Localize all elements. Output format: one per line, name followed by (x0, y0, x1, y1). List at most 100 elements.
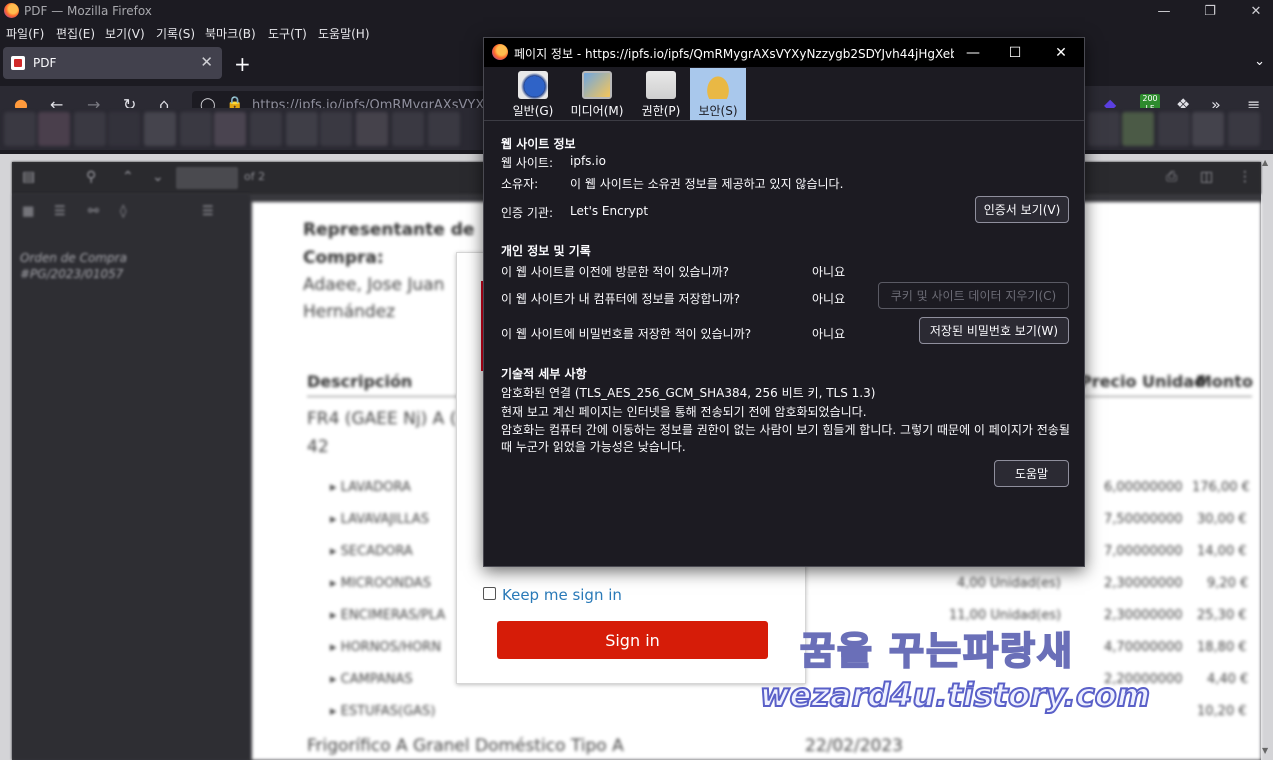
view-saved-passwords-button[interactable]: 저장된 비밀번호 보기(W) (919, 317, 1069, 344)
save-icon[interactable]: ◫ (1200, 169, 1213, 185)
outline-icon[interactable]: ☰ (54, 204, 66, 219)
tab-media[interactable]: 미디어(M) (568, 68, 626, 120)
tech-section-title: 기술적 세부 사항 (501, 367, 587, 381)
dialog-title: 페이지 정보 - https://ipfs.io/ipfs/QmRMygrAXs… (514, 47, 954, 61)
current-outline-icon[interactable]: ☰ (202, 204, 214, 219)
permissions-icon (646, 71, 676, 99)
bookmark-item[interactable] (286, 112, 318, 146)
menu-help[interactable]: 도움말(H) (318, 25, 370, 42)
bookmark-item[interactable] (74, 112, 106, 146)
info-icon (518, 71, 548, 99)
window-titlebar: PDF — Mozilla Firefox — ❐ ✕ (0, 0, 1273, 22)
tab-permissions[interactable]: 권한(P) (639, 68, 683, 120)
thumbnails-icon[interactable]: ▦ (22, 204, 34, 219)
layers-icon[interactable]: ◊ (120, 204, 126, 219)
bookmark-item[interactable] (428, 112, 460, 146)
item-name: ▸ CAMPANAS (330, 672, 413, 687)
bookmark-item[interactable] (1158, 112, 1190, 146)
tab-label: 권한(P) (641, 104, 681, 118)
bookmark-item[interactable] (392, 112, 424, 146)
sidebar-toggle-icon[interactable]: ▤ (22, 169, 35, 185)
bookmark-item[interactable] (1122, 112, 1154, 146)
bookmark-item[interactable] (4, 112, 36, 146)
bookmark-item[interactable] (250, 112, 282, 146)
outline-item[interactable]: Orden de Compra #PG/2023/01057 (20, 250, 220, 282)
item-amount: 30,00 € (1197, 512, 1247, 527)
tech-connection: 암호화된 연결 (TLS_AES_256_GCM_SHA384, 256 비트 … (501, 386, 876, 400)
prev-page-icon[interactable]: ⌃ (122, 169, 134, 185)
privacy-section-title: 개인 정보 및 기록 (501, 244, 591, 258)
page-scrollbar[interactable]: ▲ ▼ (1261, 154, 1271, 760)
firefox-icon (4, 3, 19, 18)
watermark: 꿈을 꾸는파랑새 wezard4u.tistory.com (759, 620, 1160, 730)
dialog-minimize-icon[interactable]: — (952, 38, 994, 67)
bookmark-item[interactable] (38, 112, 70, 146)
menu-history[interactable]: 기록(S) (156, 25, 195, 42)
visited-answer: 아니요 (812, 265, 846, 279)
pdf-search-icon[interactable]: ⚲ (86, 169, 96, 185)
menu-edit[interactable]: 편집(E) (56, 25, 95, 42)
item-amount: 10,20 € (1197, 704, 1247, 719)
col-unit-price: Precio Unidad (1080, 372, 1206, 391)
col-amount: Monto (1196, 372, 1253, 391)
maximize-icon[interactable]: ❐ (1187, 0, 1233, 22)
rep-name-1: Adaee, Jose Juan (303, 275, 445, 295)
next-page-icon[interactable]: ⌄ (152, 169, 164, 185)
scroll-down-icon[interactable]: ▼ (1262, 746, 1268, 755)
bookmark-item[interactable] (214, 112, 246, 146)
padlock-icon (703, 71, 733, 99)
website-section-title: 웹 사이트 정보 (501, 137, 576, 151)
rep-name-2: Hernández (303, 302, 396, 322)
tab-general[interactable]: 일반(G) (511, 68, 555, 120)
bookmark-item[interactable] (1088, 112, 1120, 146)
bookmark-item[interactable] (1228, 112, 1260, 146)
storing-question: 이 웹 사이트가 내 컴퓨터에 정보를 저장합니까? (501, 292, 741, 306)
sign-in-button[interactable]: Sign in (497, 621, 768, 659)
print-icon[interactable]: ⎙ (1166, 169, 1177, 185)
page-number-input[interactable] (176, 167, 238, 189)
bookmark-item[interactable] (108, 112, 140, 146)
help-button[interactable]: 도움말 (994, 460, 1069, 487)
menu-bookmarks[interactable]: 북마크(B) (205, 25, 256, 42)
bookmark-item[interactable] (1192, 112, 1224, 146)
watermark-line-1: 꿈을 꾸는파랑새 (799, 628, 1074, 674)
tab-close-icon[interactable]: ✕ (200, 53, 213, 71)
page-count: of 2 (244, 170, 266, 183)
clear-cookies-button[interactable]: 쿠키 및 사이트 데이터 지우기(C) (878, 282, 1069, 309)
firefox-icon (492, 44, 508, 60)
bookmark-item[interactable] (144, 112, 176, 146)
watermark-line-2: wezard4u.tistory.com (759, 675, 1151, 715)
menu-file[interactable]: 파일(F) (6, 25, 44, 42)
tech-encrypted: 현재 보고 계신 페이지는 인터넷을 통해 전송되기 전에 암호화되었습니다. (501, 405, 867, 419)
item-amount: 25,30 € (1197, 608, 1247, 623)
bookmark-item[interactable] (320, 112, 352, 146)
item-amount: 14,00 € (1197, 544, 1247, 559)
pdf-sidebar: ▦ ☰ ⚯ ◊ ☰ Orden de Compra #PG/2023/01057 (12, 194, 250, 760)
screen: PDF — Mozilla Firefox — ❐ ✕ 파일(F) 편집(E) … (0, 0, 1273, 760)
issuer-value: Let's Encrypt (570, 204, 649, 218)
window-title: PDF — Mozilla Firefox (24, 4, 152, 18)
close-icon[interactable]: ✕ (1233, 0, 1273, 22)
view-certificate-button[interactable]: 인증서 보기(V) (975, 196, 1069, 223)
item-amount: 9,20 € (1207, 576, 1249, 591)
tab-security[interactable]: 보안(S) (690, 68, 746, 120)
tab-pdf[interactable]: PDF ✕ (3, 47, 222, 79)
list-all-tabs-icon[interactable]: ⌄ (1254, 54, 1265, 69)
item-amount: 4,40 € (1207, 672, 1249, 687)
new-tab-icon[interactable]: + (234, 52, 251, 76)
dialog-close-icon[interactable]: ✕ (1040, 38, 1082, 67)
minimize-icon[interactable]: — (1141, 0, 1187, 22)
item-price: 2,30000000 (1104, 576, 1183, 591)
keep-signed-in-label[interactable]: Keep me sign in (502, 586, 622, 604)
menu-tools[interactable]: 도구(T) (268, 25, 307, 42)
scroll-up-icon[interactable]: ▲ (1262, 158, 1268, 167)
more-tools-icon[interactable]: ⋮ (1238, 169, 1252, 185)
dialog-maximize-icon[interactable]: ☐ (994, 38, 1036, 67)
menu-view[interactable]: 보기(V) (105, 25, 145, 42)
bookmark-item[interactable] (180, 112, 212, 146)
item-price: 7,50000000 (1104, 512, 1183, 527)
bookmark-item[interactable] (356, 112, 388, 146)
attachments-icon[interactable]: ⚯ (88, 204, 99, 219)
keep-signed-in-checkbox[interactable] (483, 587, 496, 600)
item-name: ▸ LAVAVAJILLAS (330, 512, 429, 527)
